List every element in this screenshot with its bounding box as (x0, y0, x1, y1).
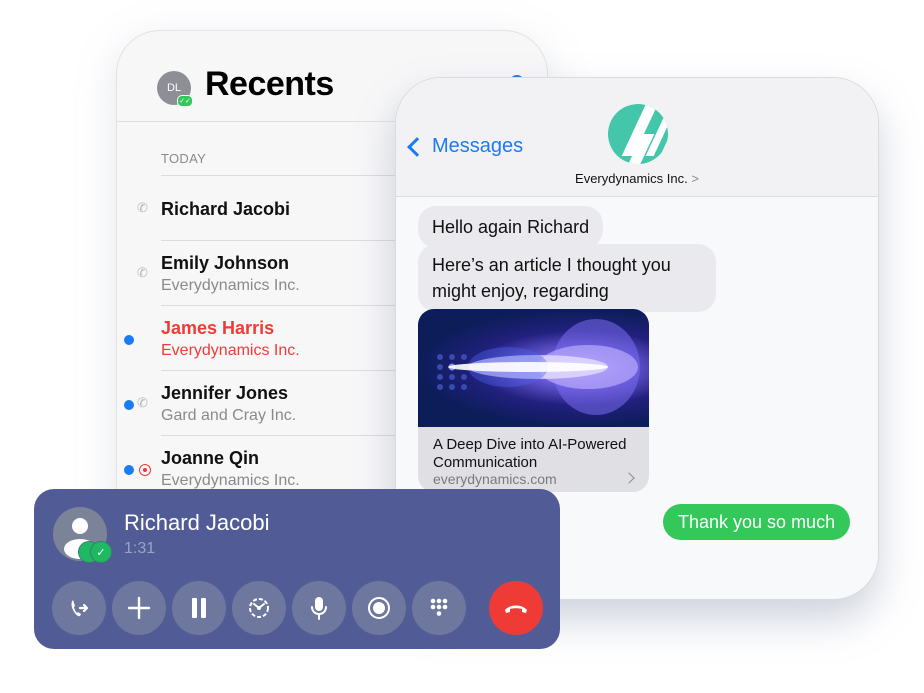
mute-button[interactable] (292, 581, 346, 635)
end-call-icon (505, 605, 527, 613)
merge-button[interactable] (232, 581, 286, 635)
keypad-button[interactable] (412, 581, 466, 635)
status-badge-icon: ✓✓ (177, 95, 193, 107)
contact-name: Joanne Qin (161, 448, 260, 468)
back-button[interactable]: Messages (404, 135, 523, 158)
record-icon (368, 597, 390, 619)
merge-icon (249, 598, 269, 618)
pause-icon (192, 598, 206, 618)
keypad-icon (430, 598, 448, 616)
ai-wave-illustration (437, 319, 640, 415)
end-call-button[interactable] (489, 581, 543, 635)
unread-dot-icon (124, 465, 134, 475)
conversation-header: Messages Everydynamics Inc. > (396, 78, 878, 197)
outgoing-message: Thank you so much (663, 504, 851, 540)
avatar-initials: DL (166, 82, 182, 94)
checkmark-icon: ✓ (90, 541, 112, 563)
contact-name: Richard Jacobi (161, 199, 291, 219)
chevron-right-icon: > (691, 171, 699, 186)
back-label: Messages (432, 135, 524, 157)
company-logo-icon[interactable] (608, 104, 668, 164)
contact-name: Everydynamics Inc. (575, 171, 688, 186)
chevron-left-icon (407, 136, 427, 157)
call-duration: 1:31 (124, 540, 156, 557)
unread-dot-icon (124, 335, 134, 345)
active-call-bar: ✓ Richard Jacobi 1:31 (34, 489, 560, 649)
chevron-right-icon (623, 472, 635, 484)
contact-name: James Harris (161, 318, 275, 338)
contact-name-button[interactable]: Everydynamics Inc. > (396, 171, 878, 186)
article-url: everydynamics.com (433, 471, 557, 487)
contact-company: Everydynamics Inc. (161, 342, 300, 359)
contact-name: Jennifer Jones (161, 383, 289, 403)
incoming-message: Here’s an article I thought you might en… (418, 244, 716, 312)
contact-company: Everydynamics Inc. (161, 277, 300, 294)
hold-button[interactable] (172, 581, 226, 635)
section-label: TODAY (161, 151, 207, 166)
contact-name: Emily Johnson (161, 253, 290, 273)
plus-icon (127, 596, 151, 620)
contact-company: Gard and Cray Inc. (161, 407, 297, 424)
microphone-icon (311, 597, 327, 620)
page-title: Recents (205, 65, 334, 103)
transfer-call-icon (71, 600, 89, 617)
profile-avatar[interactable]: DL ✓✓ (157, 71, 193, 107)
outgoing-call-icon: ✆ (137, 200, 148, 215)
add-call-button[interactable] (112, 581, 166, 635)
caller-name: Richard Jacobi (124, 510, 270, 535)
record-button[interactable] (352, 581, 406, 635)
contact-company: Everydynamics Inc. (161, 472, 300, 489)
transfer-call-button[interactable] (52, 581, 106, 635)
recording-icon (139, 464, 151, 476)
person-head (72, 518, 88, 534)
link-preview-card[interactable]: A Deep Dive into AI-Powered Communicatio… (418, 309, 649, 492)
outgoing-call-icon: ✆ (137, 395, 148, 410)
unread-dot-icon (124, 400, 134, 410)
incoming-message: Hello again Richard (418, 206, 604, 248)
article-image (418, 309, 649, 427)
article-title: A Deep Dive into AI-Powered Communicatio… (433, 436, 627, 471)
outgoing-call-icon: ✆ (137, 265, 148, 280)
